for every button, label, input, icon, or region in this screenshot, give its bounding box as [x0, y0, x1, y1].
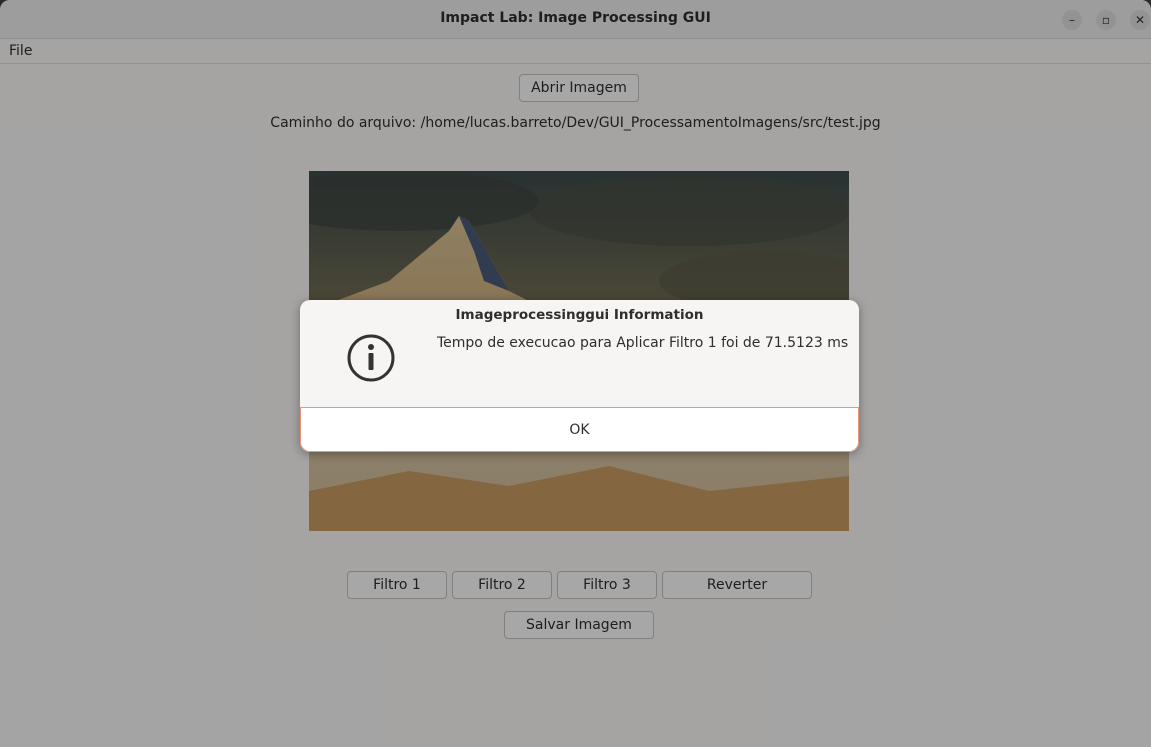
dialog-message: Tempo de execucao para Aplicar Filtro 1 … — [437, 335, 849, 351]
app-window: Impact Lab: Image Processing GUI – ▫ ✕ F… — [0, 0, 1151, 747]
dialog-title: Imageprocessinggui Information — [455, 307, 704, 323]
info-icon — [347, 334, 395, 382]
information-dialog: Imageprocessinggui Information Tempo de … — [300, 300, 859, 452]
ok-button[interactable]: OK — [300, 407, 859, 452]
